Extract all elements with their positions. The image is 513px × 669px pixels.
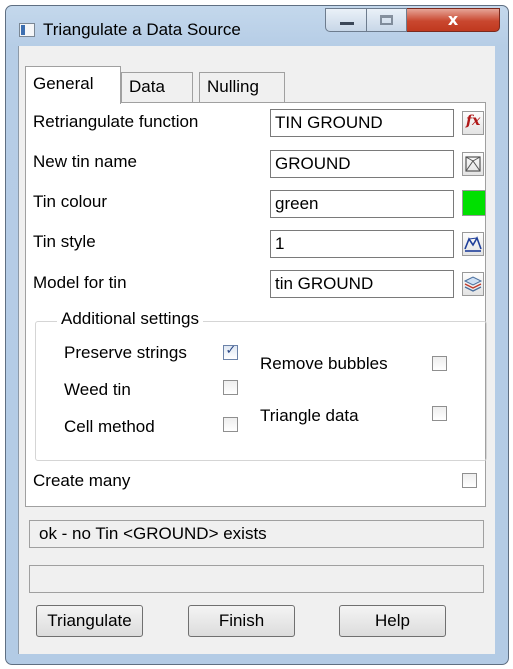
minimize-button[interactable] [325,8,367,32]
new-tin-name-label: New tin name [33,152,137,171]
cell-method-label: Cell method [64,417,155,436]
tab-general[interactable]: General [25,66,121,104]
triangle-data-label: Triangle data [260,406,359,425]
tin-colour-swatch[interactable] [462,190,486,216]
minimize-icon [340,22,354,25]
tab-data[interactable]: Data [121,72,193,102]
tin-style-button[interactable] [462,232,484,256]
preserve-strings-checkbox[interactable]: ✓ [223,343,238,360]
checkmark-icon: ✓ [225,343,237,358]
tin-style-icon [464,236,482,252]
tin-style-input[interactable]: 1 [270,230,454,258]
model-for-tin-input[interactable]: tin GROUND [270,270,454,298]
caption-buttons: x [325,8,500,32]
tin-colour-input[interactable]: green [270,190,454,218]
tin-select-button[interactable] [462,152,484,176]
status-message: ok - no Tin <GROUND> exists [39,524,267,543]
window-title: Triangulate a Data Source [43,20,241,39]
model-layers-icon [463,276,483,292]
triangulate-button[interactable]: Triangulate [36,605,143,637]
additional-settings-title: Additional settings [57,309,203,329]
close-button[interactable]: x [407,8,500,32]
remove-bubbles-checkbox[interactable] [432,356,447,371]
secondary-status-box [29,565,484,593]
model-for-tin-label: Model for tin [33,273,127,292]
weed-tin-label: Weed tin [64,380,131,399]
retriangulate-function-input[interactable]: TIN GROUND [270,109,454,137]
general-tab-panel: Retriangulate function TIN GROUND fx New… [25,102,487,507]
new-tin-name-input[interactable]: GROUND [270,150,454,178]
weed-tin-checkbox[interactable] [223,380,238,395]
triangle-data-checkbox[interactable] [432,406,447,421]
close-icon: x [447,10,459,29]
tab-nulling[interactable]: Nulling [199,72,285,102]
tin-colour-label: Tin colour [33,192,108,211]
tin-select-icon [465,156,481,172]
tab-data-label: Data [129,77,165,96]
retriangulate-function-label: Retriangulate function [33,112,199,131]
help-button[interactable]: Help [339,605,446,637]
model-button[interactable] [462,272,484,296]
function-button[interactable]: fx [462,111,484,135]
function-icon: fx [466,113,481,129]
cell-method-checkbox[interactable] [223,417,238,432]
create-many-checkbox[interactable] [462,473,477,488]
status-message-box: ok - no Tin <GROUND> exists [29,520,484,548]
maximize-button[interactable] [367,8,407,32]
tab-general-label: General [33,74,94,93]
tab-nulling-label: Nulling [207,77,259,96]
create-many-label: Create many [33,471,131,490]
finish-button[interactable]: Finish [188,605,295,637]
maximize-icon [380,15,393,25]
dialog-client-area: General Data Nulling Retriangulate funct… [18,46,495,654]
remove-bubbles-label: Remove bubbles [260,354,388,373]
preserve-strings-label: Preserve strings [64,343,187,362]
tin-style-label: Tin style [33,232,96,251]
app-window-icon [19,23,35,37]
